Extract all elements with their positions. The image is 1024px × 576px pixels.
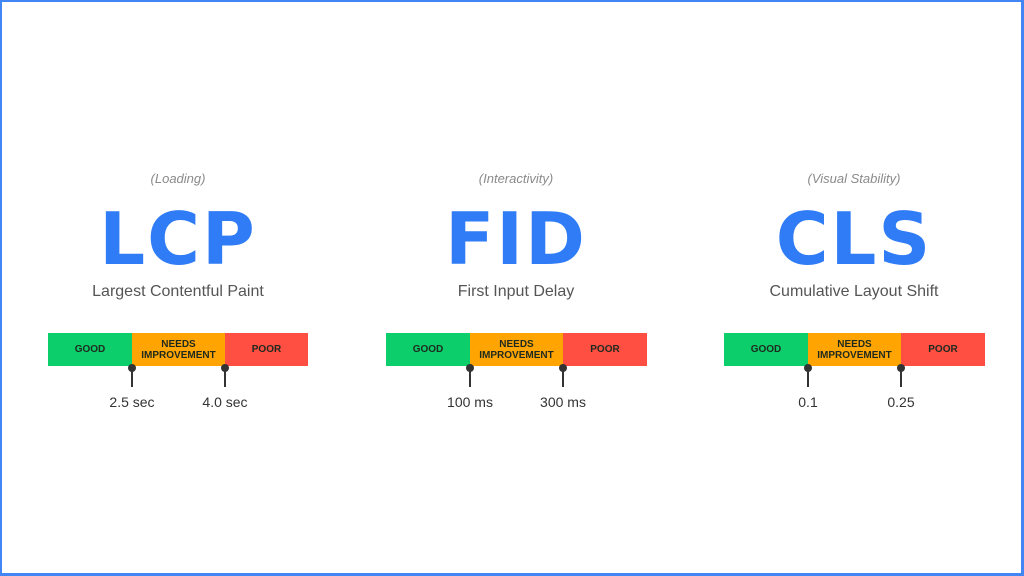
metric-abbreviation: FID bbox=[445, 197, 587, 281]
segment-poor-label: POOR bbox=[928, 344, 958, 355]
threshold-marker-line bbox=[562, 368, 564, 387]
ni-line1: NEEDS bbox=[499, 338, 534, 350]
threshold-label-poor: 4.0 sec bbox=[202, 394, 248, 410]
ni-line1: NEEDS bbox=[837, 338, 872, 350]
threshold-bar: GOOD NEEDS IMPROVEMENT POOR bbox=[724, 333, 985, 366]
metric-fid: (Interactivity) FID First Input Delay GO… bbox=[366, 0, 666, 576]
metric-category: (Loading) bbox=[150, 171, 206, 186]
metric-cls: (Visual Stability) CLS Cumulative Layout… bbox=[704, 0, 1004, 576]
metric-category: (Interactivity) bbox=[478, 171, 554, 186]
segment-poor-label: POOR bbox=[251, 344, 282, 355]
segment-needs-improvement: NEEDS IMPROVEMENT bbox=[808, 333, 901, 366]
threshold-label-poor: 0.25 bbox=[887, 394, 915, 410]
segment-poor: POOR bbox=[225, 333, 308, 366]
segment-good-label: GOOD bbox=[74, 344, 106, 355]
metric-full-name: Cumulative Layout Shift bbox=[769, 283, 939, 300]
metric-category: (Visual Stability) bbox=[807, 171, 901, 186]
segment-poor: POOR bbox=[563, 333, 647, 366]
segment-needs-improvement-label: NEEDS IMPROVEMENT bbox=[141, 339, 215, 361]
segment-good: GOOD bbox=[724, 333, 808, 366]
segment-good-label: GOOD bbox=[750, 344, 782, 355]
ni-line2: IMPROVEMENT bbox=[479, 349, 554, 361]
ni-line1: NEEDS bbox=[161, 338, 196, 350]
metric-full-name: Largest Contentful Paint bbox=[92, 283, 264, 300]
metric-abbreviation: LCP bbox=[99, 197, 257, 281]
segment-good-label: GOOD bbox=[412, 344, 444, 355]
threshold-bar: GOOD NEEDS IMPROVEMENT POOR bbox=[48, 333, 308, 366]
threshold-label-good: 2.5 sec bbox=[109, 394, 155, 410]
ni-line2: IMPROVEMENT bbox=[141, 349, 216, 361]
segment-needs-improvement: NEEDS IMPROVEMENT bbox=[132, 333, 225, 366]
threshold-marker-line bbox=[807, 368, 809, 387]
segment-poor: POOR bbox=[901, 333, 985, 366]
threshold-marker-line bbox=[131, 368, 133, 387]
threshold-marker-line bbox=[469, 368, 471, 387]
segment-needs-improvement-label: NEEDS IMPROVEMENT bbox=[817, 339, 891, 361]
threshold-label-good: 100 ms bbox=[447, 394, 493, 410]
metric-abbreviation: CLS bbox=[775, 197, 933, 281]
threshold-bar: GOOD NEEDS IMPROVEMENT POOR bbox=[386, 333, 647, 366]
metric-lcp: (Loading) LCP Largest Contentful Paint G… bbox=[28, 0, 328, 576]
threshold-label-good: 0.1 bbox=[798, 394, 818, 410]
threshold-marker-line bbox=[900, 368, 902, 387]
segment-good: GOOD bbox=[386, 333, 470, 366]
threshold-label-poor: 300 ms bbox=[540, 394, 586, 410]
segment-poor-label: POOR bbox=[590, 344, 620, 355]
segment-good: GOOD bbox=[48, 333, 132, 366]
segment-needs-improvement-label: NEEDS IMPROVEMENT bbox=[479, 339, 553, 361]
threshold-marker-line bbox=[224, 368, 226, 387]
segment-needs-improvement: NEEDS IMPROVEMENT bbox=[470, 333, 563, 366]
metric-full-name: First Input Delay bbox=[457, 283, 575, 300]
ni-line2: IMPROVEMENT bbox=[817, 349, 892, 361]
